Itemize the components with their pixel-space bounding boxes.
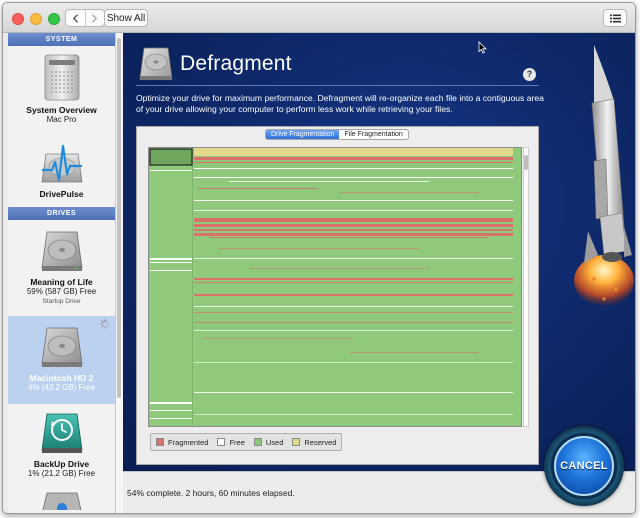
legend-swatch bbox=[217, 438, 226, 446]
title-divider bbox=[136, 85, 539, 86]
legend-label: Used bbox=[265, 437, 284, 447]
tab-file-fragmentation[interactable]: File Fragmentation bbox=[339, 130, 407, 139]
sidebar-item-title: BackUp Drive bbox=[33, 459, 90, 469]
sidebar-scrollbar-thumb[interactable] bbox=[117, 38, 121, 398]
navigation-buttons bbox=[65, 9, 105, 27]
back-button[interactable] bbox=[66, 10, 85, 26]
titlebar: Show All bbox=[3, 3, 635, 33]
chevron-right-icon bbox=[92, 13, 98, 23]
close-window-button[interactable] bbox=[12, 13, 24, 25]
tab-drive-fragmentation[interactable]: Drive Fragmentation bbox=[266, 130, 340, 139]
fragmentation-blocks bbox=[149, 148, 521, 426]
sidebar-item-subtitle: Mac Pro bbox=[46, 115, 77, 124]
sidebar-item-system-overview[interactable]: System Overview Mac Pro bbox=[8, 46, 115, 134]
app-window: Show All SYSTEM System Overview Mac Pro … bbox=[2, 2, 636, 514]
sidebar-item-title: DrivePulse bbox=[39, 189, 84, 199]
progress-status-text: 54% complete. 2 hours, 60 minutes elapse… bbox=[127, 488, 295, 498]
cancel-button[interactable]: CANCEL bbox=[554, 436, 614, 496]
fragmentation-panel: Drive Fragmentation File Fragmentation F… bbox=[136, 126, 539, 465]
cursor-icon bbox=[478, 41, 487, 54]
sidebar-item-title: System Overview bbox=[26, 105, 97, 115]
sidebar-section-drives: DRIVES bbox=[8, 207, 115, 220]
sidebar: SYSTEM System Overview Mac Pro DrivePuls… bbox=[8, 33, 116, 513]
main-panel: Defragment ? Optimize your drive for max… bbox=[123, 33, 635, 471]
rocket-illustration bbox=[574, 45, 634, 307]
sidebar-section-system: SYSTEM bbox=[8, 33, 115, 46]
page-title: Defragment bbox=[180, 52, 292, 75]
legend-label: Fragmented bbox=[168, 437, 209, 447]
time-machine-drive-icon bbox=[41, 413, 82, 453]
show-all-button[interactable]: Show All bbox=[104, 9, 148, 27]
legend-item-free: Free bbox=[217, 437, 245, 447]
sidebar-item-title: Meaning of Life bbox=[30, 277, 93, 287]
drive-fragmentation-map bbox=[148, 147, 522, 427]
legend-item-fragmented: Fragmented bbox=[156, 438, 208, 447]
sidebar-item-drivepulse[interactable]: DrivePulse bbox=[8, 134, 115, 207]
sidebar-item-subtitle: 4% (43.2 GB) Free bbox=[27, 383, 96, 392]
legend-label: Reserved bbox=[304, 437, 337, 447]
minimize-window-button[interactable] bbox=[30, 13, 42, 25]
list-view-button[interactable] bbox=[603, 9, 627, 27]
legend-item-used: Used bbox=[253, 437, 284, 447]
defragment-drive-icon bbox=[139, 47, 173, 80]
forward-button[interactable] bbox=[84, 10, 104, 26]
legend-swatch bbox=[292, 438, 301, 446]
fragmentation-map-scrollbar[interactable] bbox=[523, 147, 529, 427]
legend-item-reserved: Reserved bbox=[292, 438, 336, 447]
mac-pro-icon bbox=[44, 54, 79, 101]
sidebar-item-subtitle: 1% (21.2 GB) Free bbox=[27, 469, 96, 478]
fragmentation-legend: Fragmented Free Used Reserved bbox=[150, 433, 343, 451]
list-icon bbox=[609, 14, 621, 22]
fragmentation-tabs: Drive Fragmentation File Fragmentation bbox=[265, 129, 409, 140]
hard-drive-icon bbox=[41, 231, 82, 271]
sidebar-item-subtitle: 59% (587 GB) Free bbox=[26, 287, 97, 296]
hard-drive-icon bbox=[41, 492, 82, 513]
help-button[interactable]: ? bbox=[523, 68, 536, 81]
sidebar-item-backup-drive[interactable]: BackUp Drive 1% (21.2 GB) Free bbox=[8, 404, 115, 482]
sidebar-item-meaning-of-life[interactable]: Meaning of Life 59% (587 GB) Free Startu… bbox=[8, 220, 115, 316]
chevron-left-icon bbox=[72, 13, 78, 23]
spinner-icon bbox=[100, 319, 110, 329]
fragmentation-map-scrollbar-thumb[interactable] bbox=[524, 155, 528, 170]
cancel-control: CANCEL bbox=[544, 426, 624, 506]
zoom-window-button[interactable] bbox=[48, 13, 60, 25]
sidebar-item-partial-drive[interactable] bbox=[8, 482, 115, 513]
description-text: Optimize your drive for maximum performa… bbox=[136, 93, 544, 114]
hard-drive-icon bbox=[41, 327, 82, 367]
legend-label: Free bbox=[229, 437, 245, 447]
legend-swatch bbox=[253, 438, 262, 446]
startup-drive-label: Startup Drive bbox=[42, 298, 81, 305]
sidebar-item-macintosh-hd-2[interactable]: Macintosh HD 2 4% (43.2 GB) Free bbox=[8, 316, 115, 404]
sidebar-item-title: Macintosh HD 2 bbox=[29, 373, 94, 383]
drivepulse-icon bbox=[41, 144, 82, 183]
legend-swatch bbox=[156, 438, 164, 446]
